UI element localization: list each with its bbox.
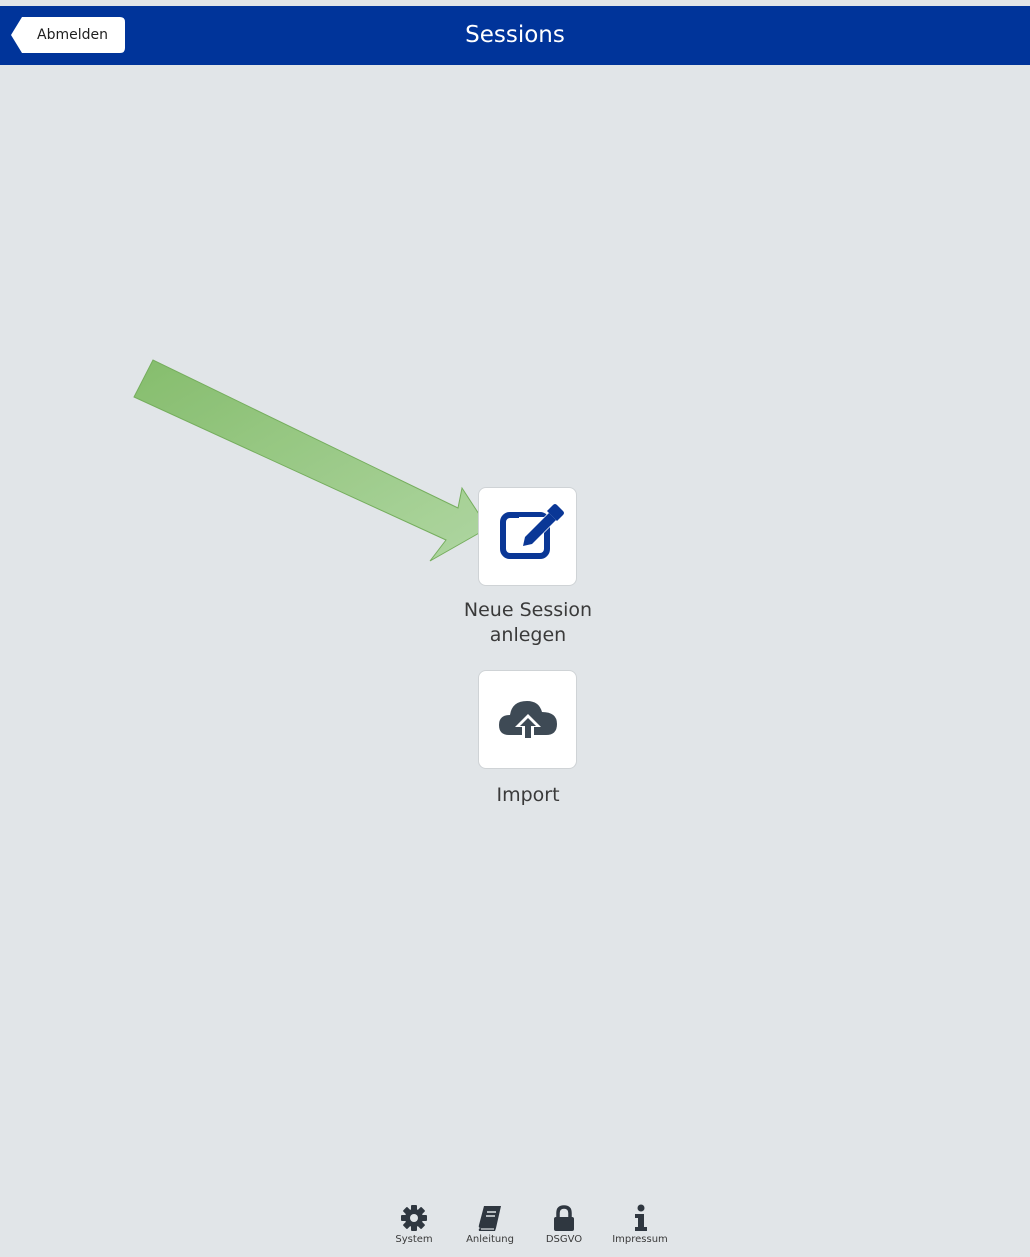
footer-item-dsgvo[interactable]: DSGVO [524,1197,604,1245]
app-window: Sessions Abmelden Neue Session anlegen I… [0,0,1030,1257]
gear-icon [401,1205,427,1231]
logout-button[interactable]: Abmelden [10,15,126,55]
import-tile[interactable] [478,670,577,769]
footer-label-anleitung: Anleitung [466,1234,514,1245]
top-bar: Sessions Abmelden [0,6,1030,65]
logout-button-label: Abmelden [37,27,108,43]
footer-item-system[interactable]: System [374,1197,454,1245]
edit-icon [500,504,564,559]
footer-item-impressum[interactable]: Impressum [600,1197,680,1245]
book-icon [478,1206,501,1231]
footer-label-impressum: Impressum [612,1234,668,1245]
cloud-upload-icon [499,701,557,741]
footer-label-system: System [395,1234,433,1245]
lock-icon [554,1205,574,1231]
new-session-label-line2: anlegen [489,624,567,646]
info-icon [635,1204,647,1231]
footer-item-anleitung[interactable]: Anleitung [450,1197,530,1245]
import-label: Import [496,784,560,806]
new-session-label: Neue Session anlegen [418,598,638,648]
footer-nav: System Anleitung DSGVO Impressum [0,1197,1030,1257]
new-session-tile[interactable] [478,487,577,586]
footer-label-dsgvo: DSGVO [545,1234,583,1245]
page-title: Sessions [465,22,565,48]
new-session-label-line1: Neue Session [463,599,593,621]
